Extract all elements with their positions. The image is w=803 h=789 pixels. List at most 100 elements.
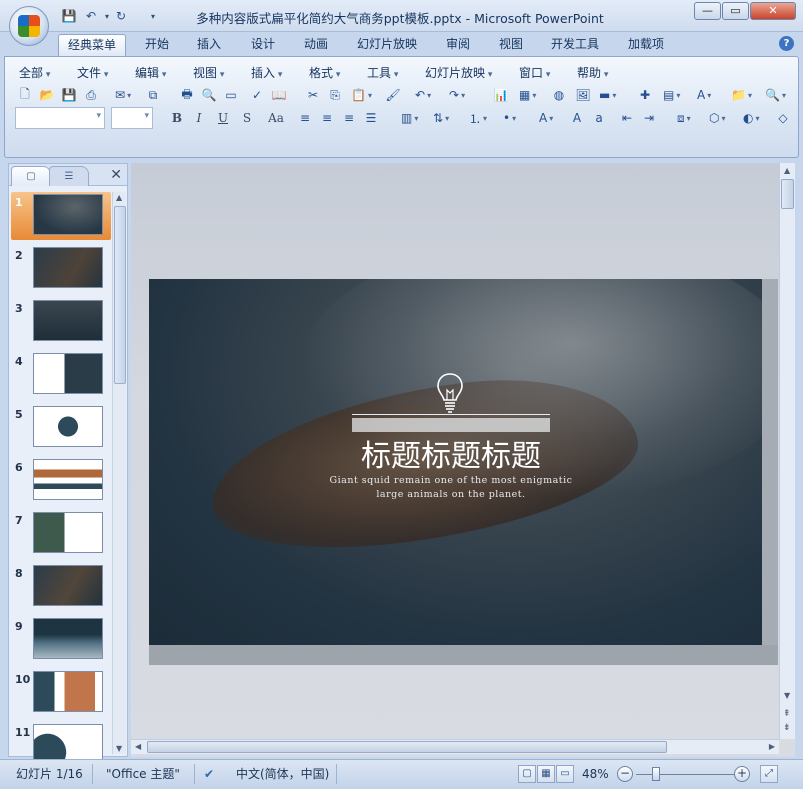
- justify-icon[interactable]: ☰: [361, 108, 381, 128]
- slide-layout-icon[interactable]: ▭: [221, 85, 241, 105]
- slide-thumbnail-9[interactable]: 9: [11, 616, 111, 664]
- open-icon[interactable]: 📁: [727, 85, 757, 105]
- zoom-slider-thumb[interactable]: [652, 767, 660, 781]
- close-button[interactable]: ✕: [750, 2, 796, 20]
- tab-design[interactable]: 设计: [242, 34, 284, 56]
- language-indicator[interactable]: 中文(简体，中国): [236, 765, 329, 783]
- zoom-level[interactable]: 48%: [582, 765, 609, 783]
- tab-insert[interactable]: 插入: [188, 34, 230, 56]
- permission-icon[interactable]: ✉: [111, 85, 141, 105]
- text-direction-icon[interactable]: ⇅: [429, 108, 459, 128]
- slide-thumbnail-3[interactable]: 3: [11, 298, 111, 346]
- shadow-button[interactable]: S: [237, 108, 257, 128]
- tab-animation[interactable]: 动画: [295, 34, 337, 56]
- layout-icon[interactable]: ▤: [659, 85, 689, 105]
- scroll-up-icon[interactable]: ▲: [116, 193, 122, 202]
- panel-close-icon[interactable]: ✕: [110, 167, 122, 183]
- font-size-combo[interactable]: [111, 107, 153, 129]
- slide-thumbnail-1[interactable]: 1: [11, 192, 111, 240]
- horizontal-scroll-thumb[interactable]: [147, 741, 667, 753]
- grow-font-icon[interactable]: A: [567, 108, 587, 128]
- redo-toolbar-icon[interactable]: ↷: [445, 85, 475, 105]
- menu-tools[interactable]: 工具: [367, 64, 398, 81]
- new-slide-icon[interactable]: ✚: [635, 85, 655, 105]
- redo-icon[interactable]: ↻: [112, 7, 130, 25]
- slide-thumbnail-6[interactable]: 6: [11, 457, 111, 505]
- align-left-icon[interactable]: ≡: [295, 108, 315, 128]
- slideshow-view-button[interactable]: ▭: [556, 765, 574, 783]
- slide-thumbnail-4[interactable]: 4: [11, 351, 111, 399]
- font-color-icon[interactable]: A: [535, 108, 565, 128]
- fill-bucket-icon[interactable]: ◇: [773, 108, 793, 128]
- panel-scrollbar[interactable]: ▲ ▼: [112, 192, 126, 754]
- menu-file[interactable]: 文件: [77, 64, 108, 81]
- previous-slide-icon[interactable]: ⇞: [783, 709, 791, 719]
- slide-editing-area[interactable]: 标题标题标题 Giant squid remain one of the mos…: [131, 163, 795, 757]
- shrink-font-icon[interactable]: a: [589, 108, 609, 128]
- menu-slideshow[interactable]: 幻灯片放映: [425, 64, 492, 81]
- zoom-in-button[interactable]: +: [734, 766, 750, 782]
- print-icon[interactable]: 🖶: [177, 85, 197, 105]
- underline-button[interactable]: U: [213, 108, 233, 128]
- scroll-right-icon[interactable]: ▶: [769, 742, 775, 751]
- decrease-indent-icon[interactable]: ⇤: [617, 108, 637, 128]
- tab-home[interactable]: 开始: [136, 34, 178, 56]
- vertical-scroll-thumb[interactable]: [781, 179, 794, 209]
- zoom-slider-track[interactable]: [636, 774, 734, 775]
- save-pdf-icon[interactable]: ⎙: [81, 85, 101, 105]
- menu-window[interactable]: 窗口: [519, 64, 550, 81]
- scroll-down-icon[interactable]: ▼: [116, 744, 122, 753]
- align-right-icon[interactable]: ≡: [339, 108, 359, 128]
- paste-icon[interactable]: 📋: [347, 85, 377, 105]
- slide-thumbnail-8[interactable]: 8: [11, 563, 111, 611]
- slide-thumbnail-5[interactable]: 5: [11, 404, 111, 452]
- scroll-left-icon[interactable]: ◀: [135, 742, 141, 751]
- theme-name[interactable]: "Office 主题": [106, 765, 180, 783]
- font-name-combo[interactable]: [15, 107, 105, 129]
- office-button[interactable]: [9, 6, 49, 46]
- spell-check-icon[interactable]: ✔: [204, 765, 214, 783]
- zoom-out-button[interactable]: −: [617, 766, 633, 782]
- scroll-down-icon[interactable]: ▼: [784, 691, 790, 700]
- slide-title[interactable]: 标题标题标题: [299, 431, 603, 475]
- textbox-icon[interactable]: A: [693, 85, 723, 105]
- table-icon[interactable]: ▦: [515, 85, 545, 105]
- change-case-button[interactable]: Aa: [261, 108, 291, 128]
- spelling-icon[interactable]: ✓: [247, 85, 267, 105]
- scroll-up-icon[interactable]: ▲: [784, 166, 790, 175]
- menu-edit[interactable]: 编辑: [135, 64, 166, 81]
- minimize-button[interactable]: —: [694, 2, 721, 20]
- current-slide[interactable]: 标题标题标题 Giant squid remain one of the mos…: [149, 279, 762, 645]
- find-icon[interactable]: 🔍: [761, 85, 791, 105]
- help-icon[interactable]: ?: [779, 36, 794, 51]
- slide-thumbnail-7[interactable]: 7: [11, 510, 111, 558]
- outline-tab[interactable]: ☰: [49, 166, 89, 186]
- menu-format[interactable]: 格式: [309, 64, 340, 81]
- slide-subtitle-line-2[interactable]: large animals on the planet.: [299, 489, 603, 500]
- chart-icon[interactable]: 📊: [491, 85, 511, 105]
- save-file-icon[interactable]: 💾: [59, 85, 79, 105]
- open-folder-icon[interactable]: 📂: [37, 85, 57, 105]
- print-preview-icon[interactable]: 🔍: [199, 85, 219, 105]
- tab-slideshow[interactable]: 幻灯片放映: [348, 34, 426, 56]
- menu-view[interactable]: 视图: [193, 64, 224, 81]
- horizontal-scrollbar[interactable]: ◀ ▶: [131, 739, 779, 754]
- increase-indent-icon[interactable]: ⇥: [639, 108, 659, 128]
- tab-developer[interactable]: 开发工具: [542, 34, 608, 56]
- tab-view[interactable]: 视图: [490, 34, 532, 56]
- slide-subtitle-line-1[interactable]: Giant squid remain one of the most enigm…: [299, 475, 603, 486]
- menu-all[interactable]: 全部: [19, 64, 50, 81]
- copy-icon[interactable]: ⎘: [325, 85, 345, 105]
- format-painter-icon[interactable]: 🖌: [383, 85, 403, 105]
- align-center-icon[interactable]: ≡: [317, 108, 337, 128]
- maximize-button[interactable]: ▭: [722, 2, 749, 20]
- italic-button[interactable]: I: [189, 108, 209, 128]
- menu-help[interactable]: 帮助: [577, 64, 608, 81]
- bold-button[interactable]: B: [167, 108, 187, 128]
- save-icon[interactable]: 💾: [60, 7, 78, 25]
- vertical-scrollbar[interactable]: ▲ ▼ ⇞ ⇟: [779, 163, 795, 739]
- tab-classic-menu[interactable]: 经典菜单: [58, 34, 127, 56]
- fit-to-window-button[interactable]: ⤢: [760, 765, 778, 783]
- research-icon[interactable]: 📖: [269, 85, 289, 105]
- shape-fill-icon[interactable]: ▬: [595, 85, 625, 105]
